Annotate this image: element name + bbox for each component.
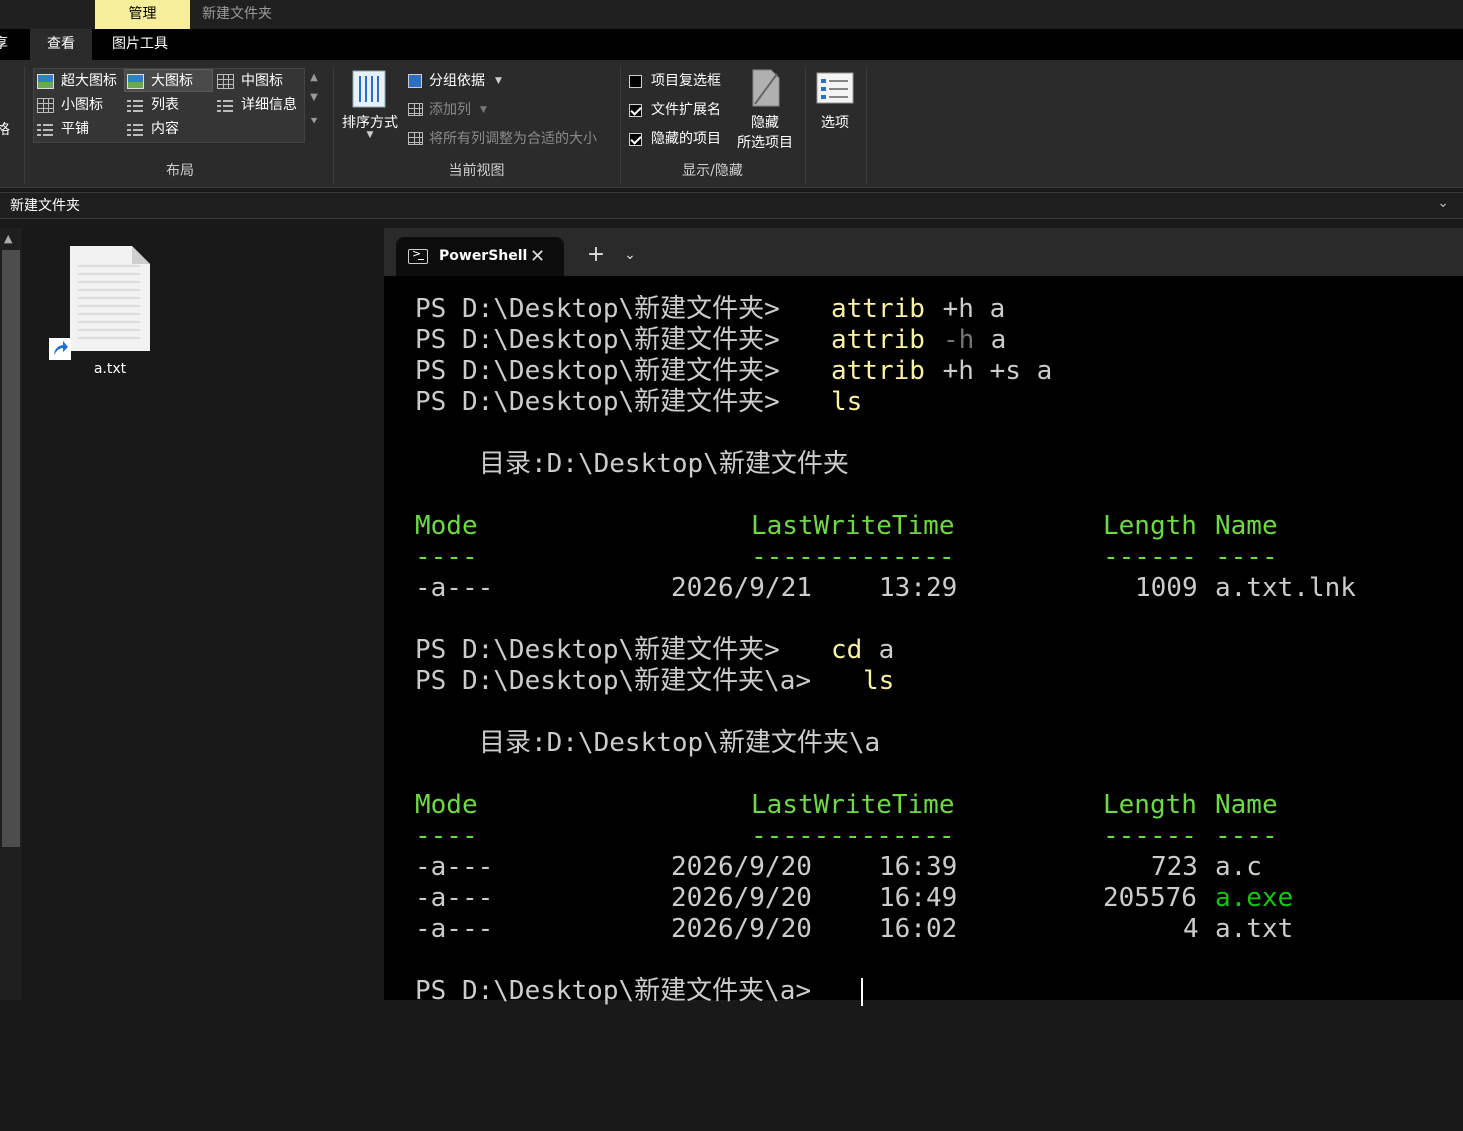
group-label-layout: 布局 bbox=[166, 163, 194, 179]
scroll-up-icon[interactable]: ▲ bbox=[4, 232, 12, 245]
group-label-show-hide: 显示/隐藏 bbox=[682, 163, 743, 179]
window-title: 新建文件夹 bbox=[202, 6, 272, 22]
table-row: -a--- 2026/9/21 13:29 1009 a.txt.lnk bbox=[415, 573, 1356, 603]
table-row: -a--- 2026/9/20 16:02 4 a.txt bbox=[415, 914, 1294, 944]
list-icon bbox=[127, 98, 144, 113]
terminal-prompt-line[interactable]: PS D:\Desktop\新建文件夹\a> bbox=[415, 976, 1455, 1007]
large-icons-icon bbox=[127, 74, 144, 89]
text-file-icon bbox=[70, 246, 150, 351]
divider bbox=[805, 66, 806, 184]
table-row: -a--- 2026/9/20 16:49 205576 a.exe bbox=[415, 883, 1294, 913]
medium-icons-icon bbox=[217, 74, 234, 89]
scrollbar-thumb[interactable] bbox=[2, 250, 20, 847]
directory-header: 目录:D:\Desktop\新建文件夹\a bbox=[479, 728, 881, 758]
terminal-output[interactable]: PS D:\Desktop\新建文件夹> attrib +h a PS D:\D… bbox=[415, 294, 1455, 1007]
new-tab-button[interactable]: + bbox=[581, 237, 611, 273]
file-extensions-checkbox[interactable] bbox=[629, 104, 642, 117]
table-header-row: Mode LastWriteTime Length Name bbox=[415, 790, 1278, 820]
file-view: ▲ a.txt bbox=[0, 228, 384, 1000]
ribbon-tab-bar: 享 查看 图片工具 bbox=[0, 29, 1463, 60]
shortcut-arrow-icon bbox=[49, 338, 71, 360]
details-icon bbox=[217, 98, 234, 113]
table-row: -a--- 2026/9/20 16:39 723 a.c bbox=[415, 852, 1262, 882]
options-button[interactable]: 选项 bbox=[808, 66, 862, 152]
address-bar[interactable]: 新建文件夹 ⌄ bbox=[0, 192, 1463, 219]
table-header-underline: ---- ------------- ------ ---- bbox=[415, 821, 1278, 851]
tab-powershell[interactable]: > PowerShell ✕ bbox=[396, 237, 564, 276]
tab-manage[interactable]: 管理 bbox=[95, 0, 190, 29]
address-path[interactable]: 新建文件夹 bbox=[10, 193, 80, 220]
layout-gallery-scroll[interactable]: ▲ ▼ ⯆ bbox=[306, 68, 322, 144]
scroll-down-icon[interactable]: ▼ bbox=[306, 88, 322, 108]
terminal-line: PS D:\Desktop\新建文件夹\a> ls bbox=[415, 666, 895, 696]
hide-selected-label-line1: 隐藏 bbox=[751, 115, 779, 131]
tiles-icon bbox=[37, 122, 54, 137]
chevron-down-icon: ▼ bbox=[366, 130, 374, 140]
extra-large-icons-icon bbox=[37, 74, 54, 89]
content-icon bbox=[127, 122, 144, 137]
close-icon[interactable]: ✕ bbox=[530, 237, 545, 276]
options-icon bbox=[816, 72, 854, 104]
title-bar: 管理 新建文件夹 bbox=[0, 0, 1463, 29]
terminal-line: PS D:\Desktop\新建文件夹> attrib -h a bbox=[415, 325, 1007, 355]
divider bbox=[24, 66, 25, 184]
divider bbox=[866, 66, 867, 184]
clipped-ribbon-item[interactable]: 格 bbox=[0, 119, 10, 141]
tab-title: PowerShell bbox=[439, 248, 528, 264]
powershell-icon: > bbox=[408, 247, 428, 264]
expand-gallery-icon[interactable]: ⯆ bbox=[306, 108, 322, 134]
hide-selected-icon bbox=[752, 69, 780, 107]
terminal-line: PS D:\Desktop\新建文件夹> cd a bbox=[415, 635, 895, 665]
group-by-icon bbox=[408, 74, 422, 88]
group-label-current-view: 当前视图 bbox=[448, 163, 505, 179]
terminal-line: PS D:\Desktop\新建文件夹> attrib +h a bbox=[415, 294, 1006, 324]
fit-columns-icon bbox=[408, 132, 423, 145]
table-header-underline: ---- ------------- ------ ---- bbox=[415, 542, 1278, 572]
scroll-up-icon[interactable]: ▲ bbox=[306, 68, 322, 88]
ribbon: 格 超大图标 大图标 中图标 小图标 列表 详细信息 平铺 内容 ▲ ▼ ⯆ 布… bbox=[0, 60, 1463, 188]
terminal-line: PS D:\Desktop\新建文件夹> ls bbox=[415, 387, 863, 417]
vertical-scrollbar[interactable]: ▲ bbox=[0, 228, 22, 1000]
small-icons-icon bbox=[37, 98, 54, 113]
tab-picture-tools[interactable]: 图片工具 bbox=[112, 29, 168, 60]
sort-by-button[interactable]: 排序方式 ▼ bbox=[338, 66, 402, 152]
options-label: 选项 bbox=[821, 115, 849, 131]
directory-header: 目录:D:\Desktop\新建文件夹 bbox=[479, 449, 849, 479]
sort-by-icon bbox=[352, 70, 386, 108]
chevron-down-icon[interactable]: ⌄ bbox=[1437, 195, 1449, 211]
item-checkboxes-checkbox[interactable] bbox=[629, 75, 642, 88]
tab-view[interactable]: 查看 bbox=[30, 29, 92, 60]
terminal-line: PS D:\Desktop\新建文件夹> attrib +h +s a bbox=[415, 356, 1053, 386]
chevron-down-icon: ▼ bbox=[480, 105, 487, 115]
chevron-down-icon[interactable]: ⌄ bbox=[619, 237, 641, 273]
hide-selected-items-button[interactable]: 隐藏 所选项目 bbox=[731, 66, 799, 152]
text-cursor bbox=[861, 978, 863, 1006]
hide-selected-label-line2: 所选项目 bbox=[737, 135, 793, 151]
tab-share[interactable]: 享 bbox=[0, 29, 8, 60]
terminal-window[interactable]: > PowerShell ✕ + ⌄ PS D:\Desktop\新建文件夹> … bbox=[384, 228, 1463, 1006]
file-name-label: a.txt bbox=[93, 361, 127, 377]
table-header-row: Mode LastWriteTime Length Name bbox=[415, 511, 1278, 541]
chevron-down-icon: ▼ bbox=[495, 76, 502, 86]
sort-by-label: 排序方式 bbox=[342, 115, 398, 131]
terminal-tab-bar: > PowerShell ✕ + ⌄ bbox=[384, 228, 1463, 276]
add-column-icon bbox=[408, 103, 423, 116]
hidden-items-checkbox[interactable] bbox=[629, 133, 642, 146]
